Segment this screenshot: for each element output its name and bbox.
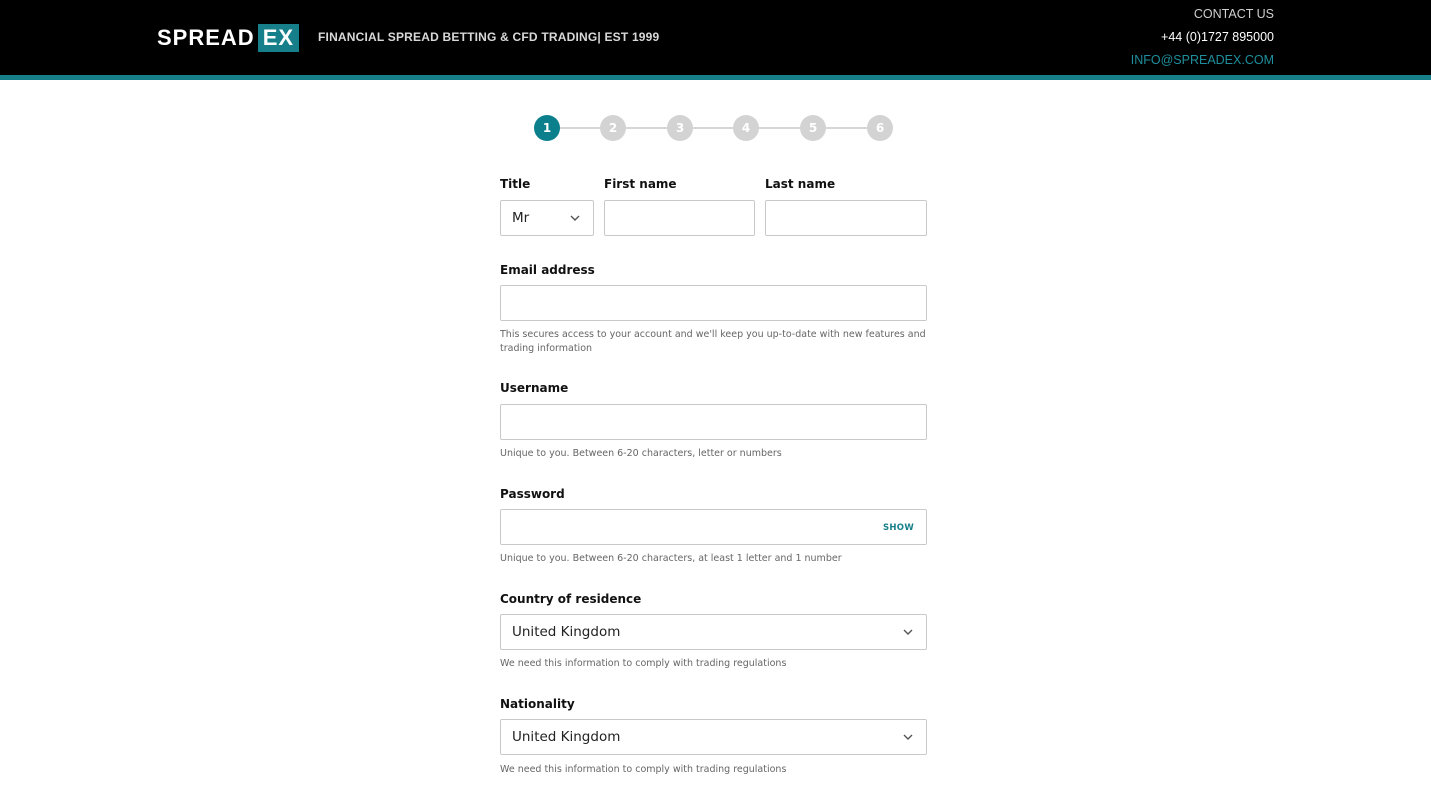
first-name-input[interactable] (604, 200, 755, 236)
contact-email-link[interactable]: INFO@SPREADEX.COM (1131, 52, 1274, 75)
logo-text-ex: EX (257, 24, 300, 52)
logo-text-spread: SPREAD (157, 25, 255, 50)
email-label: Email address (500, 263, 595, 277)
country-select-value: United Kingdom (512, 624, 621, 640)
username-label: Username (500, 381, 569, 395)
chevron-down-icon (903, 734, 913, 740)
password-input[interactable]: SHOW (500, 509, 927, 545)
nationality-select[interactable]: United Kingdom (500, 719, 927, 755)
stepper-line (547, 127, 881, 129)
title-select[interactable]: Mr (500, 200, 594, 236)
header-accent-bar (0, 75, 1431, 80)
step-2: 2 (600, 115, 626, 141)
username-hint: Unique to you. Between 6-20 characters, … (500, 448, 782, 459)
title-label: Title (500, 177, 531, 191)
nationality-label: Nationality (500, 697, 575, 711)
contact-us-link[interactable]: CONTACT US (1131, 6, 1274, 29)
country-select[interactable]: United Kingdom (500, 614, 927, 650)
last-name-label: Last name (765, 177, 836, 191)
progress-stepper: 1 2 3 4 5 6 (534, 115, 894, 141)
nationality-hint: We need this information to comply with … (500, 764, 787, 775)
chevron-down-icon (903, 629, 913, 635)
step-1: 1 (534, 115, 560, 141)
nationality-select-value: United Kingdom (512, 729, 621, 745)
first-name-label: First name (604, 177, 677, 191)
step-5: 5 (800, 115, 826, 141)
contact-phone[interactable]: +44 (0)1727 895000 (1131, 29, 1274, 52)
show-password-button[interactable]: SHOW (883, 523, 914, 533)
country-hint: We need this information to comply with … (500, 658, 787, 669)
step-4: 4 (733, 115, 759, 141)
last-name-input[interactable] (765, 200, 927, 236)
country-label: Country of residence (500, 592, 642, 606)
username-input[interactable] (500, 404, 927, 440)
contact-block: CONTACT US +44 (0)1727 895000 INFO@SPREA… (1131, 6, 1274, 75)
email-hint: This secures access to your account and … (500, 329, 926, 354)
password-label: Password (500, 487, 565, 501)
step-3: 3 (667, 115, 693, 141)
spreadex-logo[interactable]: SPREAD EX (157, 24, 300, 52)
site-header: SPREAD EX FINANCIAL SPREAD BETTING & CFD… (0, 0, 1431, 75)
email-input[interactable] (500, 285, 927, 321)
step-6: 6 (867, 115, 893, 141)
tagline: FINANCIAL SPREAD BETTING & CFD TRADING| … (318, 30, 660, 44)
password-hint: Unique to you. Between 6-20 characters, … (500, 553, 842, 564)
chevron-down-icon (570, 215, 580, 221)
title-select-value: Mr (512, 210, 530, 226)
